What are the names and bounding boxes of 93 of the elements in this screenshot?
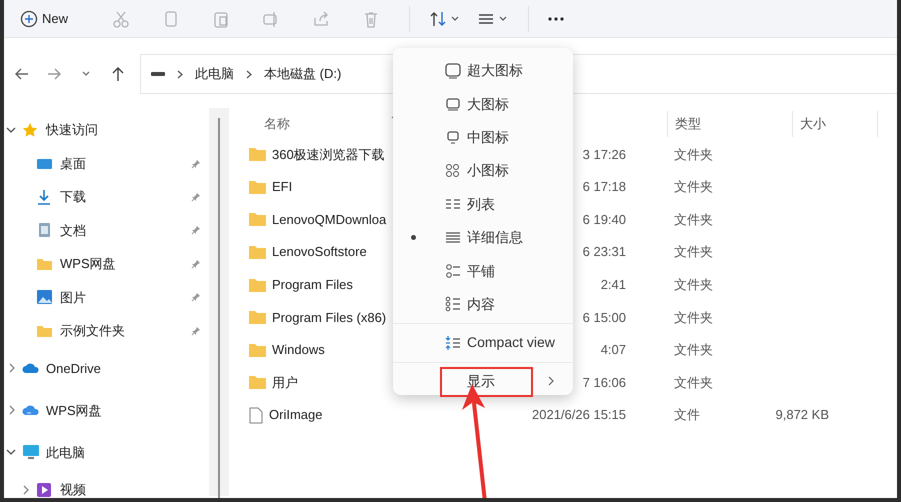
type-cell: 文件 [674,407,700,422]
plus-icon [20,10,38,28]
date-cell: 6 15:00 [582,310,626,325]
breadcrumb-item[interactable]: 本地磁盘 (D:) [264,64,342,84]
compact-view-icon [445,334,461,351]
folder-icon [249,147,266,162]
star-icon [22,122,40,138]
file-name[interactable]: LenovoQMDownloa [272,210,386,230]
chevron-right-icon[interactable] [22,485,30,496]
type-cell: 文件夹 [674,244,713,260]
date-cell: 6 17:18 [582,179,626,194]
file-name[interactable]: LenovoSoftstore [272,242,367,262]
type-cell: 文件夹 [674,342,713,358]
file-name[interactable]: EFI [272,177,292,197]
large-icons-icon [445,96,461,112]
picture-icon [36,289,54,306]
sidebar-item[interactable]: OneDrive [46,358,209,378]
date-cell: 3 17:26 [582,146,626,162]
sidebar-item[interactable]: 此电脑 [46,442,209,462]
menu-item[interactable]: 显示 [393,364,573,398]
column-header[interactable]: 大小 [800,116,826,132]
folder-icon [249,212,266,226]
more-icon [548,17,564,21]
sidebar-item[interactable]: 视频 [60,480,209,498]
menu-item[interactable]: 平铺 [393,254,573,288]
folder-icon [249,375,266,390]
file-name[interactable]: Windows [272,340,325,360]
menu-item[interactable]: 超大图标 [393,54,573,88]
type-cell: 文件夹 [674,276,713,292]
sidebar-item[interactable]: 快速访问 [46,120,209,140]
scissors-icon [112,10,130,28]
date-cell: 7 16:06 [582,374,626,390]
content-view-icon [445,296,461,312]
file-name[interactable]: 360极速浏览器下载 [272,144,385,164]
sidebar-item[interactable]: 图片 [60,288,191,307]
menu-item[interactable]: 详细信息 [393,220,573,254]
file-name[interactable]: Program Files (x86) [272,308,386,328]
chevron-right-icon[interactable] [8,405,16,416]
chevron-down-icon[interactable] [6,448,16,456]
menu-item[interactable]: 中图标 [393,120,573,154]
trash-icon [362,10,380,28]
date-cell: 4:07 [600,342,626,358]
sidebar-item[interactable]: WPS网盘 [60,254,191,274]
type-cell: 文件夹 [674,310,713,325]
folder-icon [249,245,266,260]
menu-item[interactable]: 大图标 [393,87,573,121]
sort-icon [429,10,447,28]
chevron-right-icon[interactable] [8,363,16,374]
size-cell: 9,872 KB [776,407,829,422]
date-cell: 6 19:40 [582,212,626,227]
sidebar-item[interactable]: 示例文件夹 [60,320,191,340]
menu-item[interactable]: 小图标 [393,154,573,188]
date-cell: 6 23:31 [582,244,626,260]
drive-icon [151,72,165,76]
extra-large-icons-icon [445,62,461,79]
folder-icon [249,310,266,324]
column-header[interactable]: 名称 [249,114,391,134]
chevron-icon [177,70,183,78]
file-name[interactable]: 用户 [272,372,298,392]
chevron-icon [246,70,252,78]
type-cell: 文件夹 [674,179,713,194]
sidebar-item[interactable]: WPS网盘 [46,400,209,420]
column-header[interactable]: 类型 [675,114,701,134]
file-icon [249,406,263,424]
clipboard-icon [212,10,230,28]
type-cell: 文件夹 [674,146,713,162]
folder-icon [249,342,266,357]
menu-item[interactable]: 列表 [393,188,573,221]
type-cell: 文件夹 [674,374,713,390]
chevron-down-icon[interactable] [6,126,16,134]
date-cell: 2021/6/26 15:15 [532,407,626,422]
file-name[interactable]: Program Files [272,274,353,294]
folder-icon [249,180,266,194]
folder-icon [249,278,266,292]
caret-icon [82,71,90,77]
menu-item[interactable]: 内容 [393,288,573,322]
breadcrumb-item[interactable]: 此电脑 [195,64,234,84]
medium-icons-icon [445,129,461,146]
sidebar-item[interactable]: 下载 [60,187,191,207]
small-icons-icon [445,162,461,179]
file-name[interactable]: OriImage [269,405,322,425]
date-cell: 2:41 [600,276,626,292]
tiles-view-icon [445,263,461,280]
sidebar-item[interactable]: 文档 [60,220,191,240]
type-cell: 文件夹 [674,212,713,227]
share-icon [312,10,330,28]
sidebar-item[interactable]: 桌面 [60,154,191,174]
chevron-right-icon [548,376,555,386]
caret-icon [499,16,507,22]
caret-icon [451,16,459,22]
new-button[interactable]: New [4,0,84,38]
menu-item[interactable]: Compact view [393,326,573,360]
monitor-icon [22,444,40,460]
